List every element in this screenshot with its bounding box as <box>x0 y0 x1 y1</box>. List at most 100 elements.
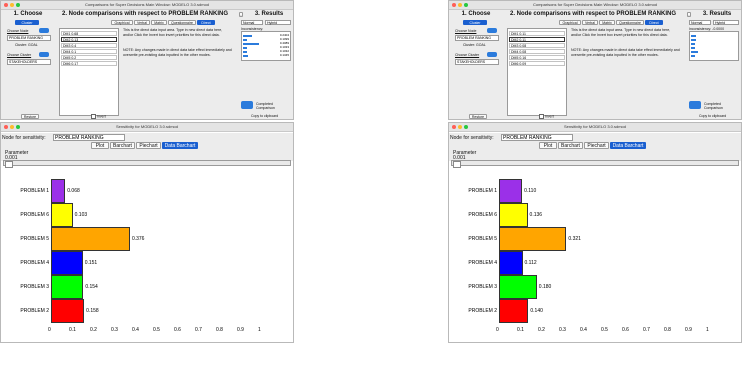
category-label: PROBLEM 5 <box>468 236 497 242</box>
tab-piechart[interactable]: Piechart <box>584 142 609 149</box>
tab-barchart[interactable]: Barchart <box>110 142 135 149</box>
category-label: PROBLEM 6 <box>20 212 49 218</box>
choose-header: 1. Choose <box>461 11 491 17</box>
entry-dm5[interactable]: DM5 0.2 <box>61 55 117 60</box>
entry-dm4[interactable]: DM4 0.1 <box>61 49 117 54</box>
node-select[interactable]: PROBLEM RANKING <box>455 35 499 41</box>
invert-checkbox-box[interactable] <box>539 114 544 119</box>
choose-cluster-label: Choose Cluster <box>7 53 32 57</box>
entry-dm3-name: DM3 <box>63 44 71 48</box>
invert-checkbox[interactable]: Invert <box>539 114 554 119</box>
parameter-slider[interactable] <box>451 160 739 168</box>
tab-verbal[interactable]: Verbal <box>582 20 598 25</box>
entry-dm1[interactable]: DM1 0.68 <box>61 31 117 36</box>
entry-dm3[interactable]: DM3 0.08 <box>509 43 565 48</box>
bar <box>51 275 84 299</box>
tab-questionnaire[interactable]: Questionnaire <box>616 20 644 25</box>
invert-checkbox-box[interactable] <box>91 114 96 119</box>
tab-direct[interactable]: Direct <box>197 20 215 25</box>
completed-comparison-label: Completed Comparison <box>256 102 275 110</box>
tab-plot[interactable]: Plot <box>539 142 557 149</box>
cluster-nav-arrows-icon[interactable] <box>39 52 49 57</box>
result-row <box>690 42 738 46</box>
result-bar <box>691 46 695 49</box>
cluster-nav-arrows-icon[interactable] <box>487 52 497 57</box>
cluster-select[interactable]: STAKEHOLDERS <box>7 59 51 65</box>
node-nav-arrows-icon[interactable] <box>487 28 497 33</box>
entry-dm5[interactable]: DM5 0.16 <box>509 55 565 60</box>
tab-plot[interactable]: Plot <box>91 142 109 149</box>
cluster-goal-label: Cluster: GOAL <box>463 43 486 47</box>
bar-value-label: 0.180 <box>538 284 552 290</box>
parameter-slider-thumb[interactable] <box>5 161 13 168</box>
node-select[interactable]: PROBLEM RANKING <box>7 35 51 41</box>
entry-dm6-name: DM6 <box>511 62 519 66</box>
x-tick-label: 0.1 <box>69 327 76 333</box>
completed-arrows-icon[interactable] <box>689 101 701 109</box>
completed-arrows-icon[interactable] <box>241 101 253 109</box>
restore-button[interactable]: Restore <box>21 114 39 119</box>
x-tick-label: 0.3 <box>111 327 118 333</box>
tab-graphical[interactable]: Graphical <box>559 20 581 25</box>
tab-cluster[interactable]: Cluster <box>15 20 39 25</box>
x-tick-label: 0.6 <box>622 327 629 333</box>
sensitivity-node-select[interactable]: PROBLEM RANKING <box>53 134 125 141</box>
tab-barchart[interactable]: Barchart <box>558 142 583 149</box>
entry-dm2[interactable]: DM2 0.13 <box>61 37 117 42</box>
tab-matrix[interactable]: Matrix <box>599 20 615 25</box>
hybrid-select[interactable]: Hybrid <box>713 20 739 25</box>
left-panel: Comparisons for Super Decisions Main Win… <box>0 0 294 343</box>
sensitivity-node-select[interactable]: PROBLEM RANKING <box>501 134 573 141</box>
bar-value-label: 0.321 <box>568 236 581 242</box>
direct-input-warning: NOTE: Any changes made in direct data ta… <box>571 48 680 57</box>
copy-to-clipboard-button[interactable]: Copy to clipboard <box>699 114 726 118</box>
entry-dm3[interactable]: DM3 0.4 <box>61 43 117 48</box>
bar-value-label: 0.112 <box>524 260 537 266</box>
invert-checkbox[interactable]: Invert <box>91 114 106 119</box>
normal-select[interactable]: Normal <box>689 20 711 25</box>
minimize-results-button[interactable]: - <box>239 12 243 17</box>
node-nav-arrows-icon[interactable] <box>39 28 49 33</box>
node-for-sensitivity-label: Node for sensitivity: <box>2 135 46 141</box>
category-label: PROBLEM 3 <box>468 284 497 290</box>
tab-questionnaire[interactable]: Questionnaire <box>168 20 196 25</box>
restore-button[interactable]: Restore <box>469 114 487 119</box>
entry-dm1[interactable]: DM1 0.11 <box>509 31 565 36</box>
bar-value-label: 0.110 <box>524 188 537 194</box>
results-header: 3. Results <box>254 11 284 17</box>
hybrid-select[interactable]: Hybrid <box>265 20 291 25</box>
parameter-slider[interactable] <box>3 160 291 168</box>
tab-piechart[interactable]: Piechart <box>136 142 161 149</box>
x-tick-label: 0.8 <box>664 327 671 333</box>
entry-dm6[interactable]: DM6 0.09 <box>509 61 565 66</box>
tab-verbal[interactable]: Verbal <box>134 20 150 25</box>
entry-dm4-value: 0.1 <box>71 50 77 54</box>
choose-cluster-label: Choose Cluster <box>455 53 480 57</box>
entry-dm1-name: DM1 <box>63 32 71 36</box>
sensitivity-window: Sensitivity for MODELO 3.0.sdmod Node fo… <box>448 122 742 343</box>
node-for-sensitivity-label: Node for sensitivity: <box>450 135 494 141</box>
cluster-select[interactable]: STAKEHOLDERS <box>455 59 499 65</box>
tab-graphical[interactable]: Graphical <box>111 20 133 25</box>
x-tick-label: 0.5 <box>601 327 608 333</box>
normal-select[interactable]: Normal <box>241 20 263 25</box>
result-bar <box>691 42 695 45</box>
copy-to-clipboard-button[interactable]: Copy to clipboard <box>251 114 278 118</box>
parameter-slider-thumb[interactable] <box>453 161 461 168</box>
entry-dm2[interactable]: DM2 0.11 <box>509 37 565 42</box>
tab-cluster[interactable]: Cluster <box>463 20 487 25</box>
x-tick-label: 0.4 <box>132 327 139 333</box>
tab-data-barchart[interactable]: Data Barchart <box>610 142 646 149</box>
entry-dm2-name: DM2 <box>63 38 71 42</box>
entry-dm6[interactable]: DM6 0.17 <box>61 61 117 66</box>
entry-dm5-name: DM5 <box>511 56 519 60</box>
window-title: Sensitivity for MODELO 3.0.sdmod <box>563 124 627 129</box>
entry-dm5-value: 0.2 <box>71 56 77 60</box>
tab-matrix[interactable]: Matrix <box>151 20 167 25</box>
entry-dm4[interactable]: DM4 0.08 <box>509 49 565 54</box>
minimize-results-button[interactable]: - <box>687 12 691 17</box>
tab-data-barchart[interactable]: Data Barchart <box>162 142 198 149</box>
tab-direct[interactable]: Direct <box>645 20 663 25</box>
result-row <box>690 38 738 42</box>
result-row <box>690 46 738 50</box>
